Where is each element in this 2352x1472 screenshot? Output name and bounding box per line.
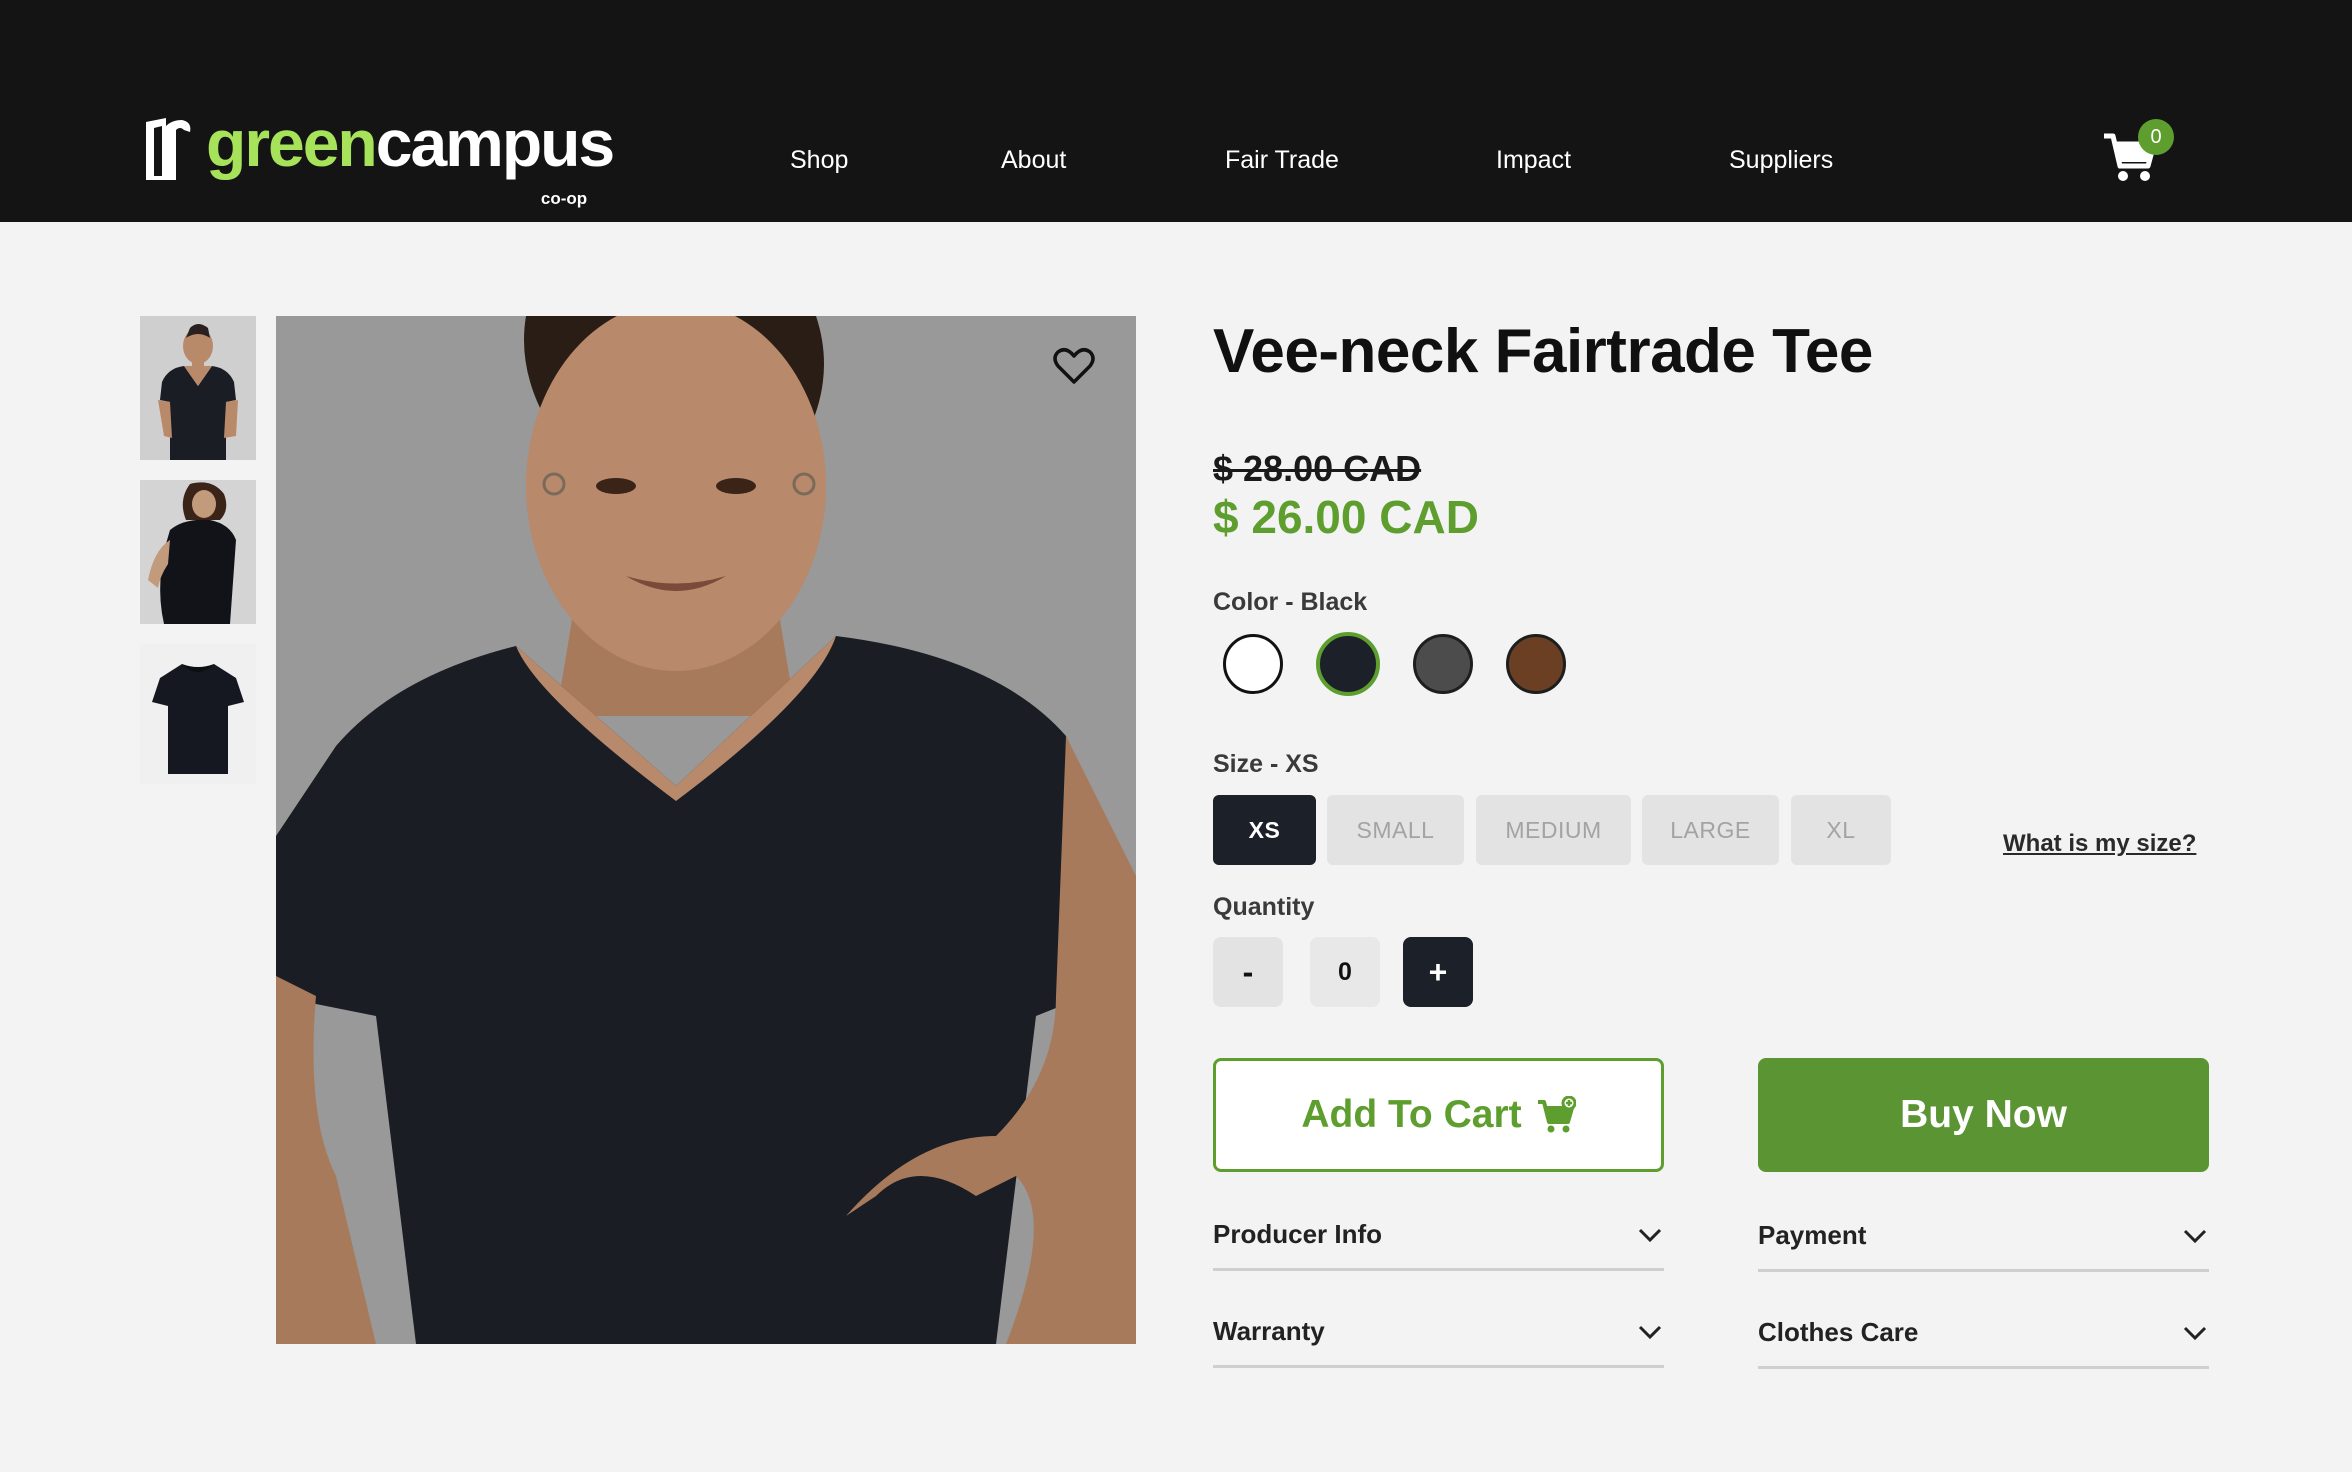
accordion-payment[interactable]: Payment [1758,1214,2209,1272]
cart-count-badge: 0 [2138,119,2174,155]
accordion-warranty[interactable]: Warranty [1213,1310,1664,1368]
nav-suppliers[interactable]: Suppliers [1729,146,1833,175]
buy-now-button[interactable]: Buy Now [1758,1058,2209,1172]
chevron-down-icon [1638,1228,1662,1243]
size-guide-link[interactable]: What is my size? [2003,830,2196,858]
chevron-down-icon [2183,1326,2207,1341]
thumbnail-3[interactable] [140,644,256,784]
cart-plus-icon [1537,1096,1576,1133]
size-option-small[interactable]: SMALL [1327,795,1464,865]
quantity-value[interactable]: 0 [1310,937,1380,1007]
accordion-label: Clothes Care [1758,1317,1919,1347]
nav-shop[interactable]: Shop [790,146,848,175]
accordion-clothes-care[interactable]: Clothes Care [1758,1311,2209,1369]
color-label: Color - Black [1213,588,1368,616]
color-swatch-grey[interactable] [1413,634,1473,694]
nav-about[interactable]: About [1001,146,1066,175]
add-to-cart-button[interactable]: Add To Cart [1213,1058,1664,1172]
brand-logo[interactable]: greencampus co-op [146,106,615,208]
logo-mark-icon [146,118,192,180]
color-swatch-black[interactable] [1316,632,1380,696]
thumbnail-1[interactable] [140,316,256,460]
quantity-label: Quantity [1213,893,1315,921]
accordion-label: Payment [1758,1220,1867,1250]
add-to-cart-label: Add To Cart [1301,1093,1522,1136]
site-header: greencampus co-op Shop About Fair Trade … [0,0,2352,222]
color-swatch-white[interactable] [1223,634,1283,694]
original-price: $ 28.00 CAD [1213,448,1422,489]
accordion-producer-info[interactable]: Producer Info [1213,1213,1664,1271]
size-option-large[interactable]: LARGE [1642,795,1779,865]
accordion-label: Warranty [1213,1316,1325,1346]
quantity-increase-button[interactable]: + [1403,937,1473,1007]
nav-impact[interactable]: Impact [1496,146,1571,175]
size-option-xl[interactable]: XL [1791,795,1891,865]
thumbnail-2[interactable] [140,480,256,624]
nav-fair-trade[interactable]: Fair Trade [1225,146,1339,175]
size-label: Size - XS [1213,750,1319,778]
chevron-down-icon [2183,1229,2207,1244]
sale-price: $ 26.00 CAD [1213,491,1479,543]
brand-wordmark: greencampus co-op [206,106,615,208]
color-swatch-brown[interactable] [1506,634,1566,694]
chevron-down-icon [1638,1325,1662,1340]
product-title: Vee-neck Fairtrade Tee [1213,317,1873,386]
quantity-decrease-button[interactable]: - [1213,937,1283,1007]
accordion-label: Producer Info [1213,1219,1383,1249]
brand-sub: co-op [540,189,588,208]
favorite-heart-icon[interactable] [1052,344,1096,388]
size-option-medium[interactable]: MEDIUM [1476,795,1631,865]
brand-name-green: green [206,106,378,180]
product-main-image [276,316,1136,1344]
size-option-xs[interactable]: XS [1213,795,1316,865]
